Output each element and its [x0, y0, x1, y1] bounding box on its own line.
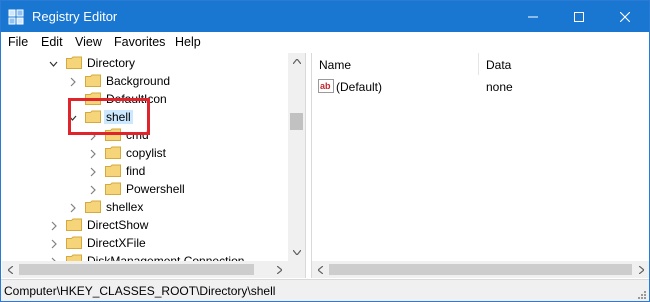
menu-file[interactable]: File — [8, 35, 28, 49]
tree-vertical-scrollbar[interactable] — [288, 53, 305, 261]
current-key-path: Computer\HKEY_CLASSES_ROOT\Directory\she… — [4, 284, 276, 298]
column-header-data[interactable]: Data — [479, 53, 649, 75]
tree-node-background[interactable]: Background — [2, 72, 287, 90]
tree-node-label: copylist — [126, 146, 167, 160]
tree-node-directshow[interactable]: DirectShow — [2, 216, 287, 234]
scroll-corner — [288, 261, 305, 278]
folder-icon — [105, 182, 121, 195]
tree-node-label: Background — [106, 74, 171, 88]
close-icon — [620, 11, 630, 22]
column-header-name[interactable]: Name — [312, 53, 479, 75]
scroll-down-icon[interactable] — [288, 244, 305, 261]
chevron-right-icon[interactable] — [49, 220, 58, 231]
app-registry-icon — [8, 9, 24, 25]
folder-icon — [105, 164, 121, 177]
minimize-icon — [528, 16, 538, 17]
scroll-right-icon[interactable] — [271, 261, 288, 278]
chevron-right-icon[interactable] — [68, 76, 77, 87]
tree-node-directory[interactable]: Directory — [2, 54, 287, 72]
tree-horizontal-scrollbar[interactable] — [2, 261, 288, 278]
tree-node-label: Powershell — [126, 182, 185, 196]
folder-icon — [85, 200, 101, 213]
values-horizontal-scroll-thumb[interactable] — [329, 264, 632, 275]
scroll-left-icon[interactable] — [2, 261, 19, 278]
tree-node-label: Directory — [87, 56, 136, 70]
tree-node-label: find — [126, 164, 146, 178]
tree-node-shellex[interactable]: shellex — [2, 198, 287, 216]
menu-favorites[interactable]: Favorites — [114, 35, 165, 49]
chevron-down-icon[interactable] — [49, 58, 58, 68]
folder-icon — [66, 236, 82, 249]
value-name: (Default) — [336, 80, 383, 94]
status-bar: Computer\HKEY_CLASSES_ROOT\Directory\she… — [1, 279, 649, 301]
maximize-button[interactable] — [556, 1, 602, 32]
tree-vertical-scroll-thumb[interactable] — [290, 113, 303, 130]
tree-node-label: DirectXFile — [87, 236, 146, 250]
annotation-highlight-box — [68, 98, 150, 135]
string-value-icon: ab — [318, 79, 334, 93]
values-horizontal-scrollbar[interactable] — [312, 261, 649, 278]
scroll-left-icon[interactable] — [312, 261, 329, 278]
svg-text:ab: ab — [320, 81, 331, 91]
close-button[interactable] — [602, 1, 648, 32]
title-bar[interactable]: Registry Editor — [1, 1, 649, 32]
menu-bar: File Edit View Favorites Help — [1, 32, 649, 52]
folder-icon — [66, 218, 82, 231]
chevron-right-icon[interactable] — [88, 148, 97, 159]
chevron-right-icon[interactable] — [68, 202, 77, 213]
folder-icon — [85, 74, 101, 87]
tree-node-find[interactable]: find — [2, 162, 287, 180]
folder-icon — [105, 146, 121, 159]
key-tree-pane[interactable]: Directory Background DefaultIcon shell cmd co… — [2, 53, 306, 278]
registry-editor-window: Registry Editor File Edit View Favorites… — [0, 0, 650, 302]
menu-help[interactable]: Help — [175, 35, 201, 49]
value-data: none — [486, 80, 513, 94]
maximize-icon — [574, 11, 584, 22]
scroll-up-icon[interactable] — [288, 53, 305, 70]
window-title: Registry Editor — [32, 9, 118, 24]
resize-grip-icon[interactable] — [636, 288, 646, 299]
tree-node-label: DirectShow — [87, 218, 149, 232]
folder-icon — [66, 56, 82, 69]
tree-horizontal-scroll-thumb[interactable] — [19, 264, 254, 275]
chevron-right-icon[interactable] — [49, 238, 58, 249]
scroll-right-icon[interactable] — [633, 261, 649, 278]
tree-node-copylist[interactable]: copylist — [2, 144, 287, 162]
tree-node-label: shellex — [106, 200, 144, 214]
chevron-right-icon[interactable] — [88, 166, 97, 177]
minimize-button[interactable] — [510, 1, 556, 32]
chevron-right-icon[interactable] — [88, 184, 97, 195]
menu-view[interactable]: View — [75, 35, 102, 49]
tree-node-directxfile[interactable]: DirectXFile — [2, 234, 287, 252]
values-pane[interactable]: Name Data ab (Default) none — [311, 53, 649, 278]
tree-node-powershell[interactable]: Powershell — [2, 180, 287, 198]
value-row[interactable]: ab (Default) none — [312, 77, 649, 97]
menu-edit[interactable]: Edit — [41, 35, 63, 49]
